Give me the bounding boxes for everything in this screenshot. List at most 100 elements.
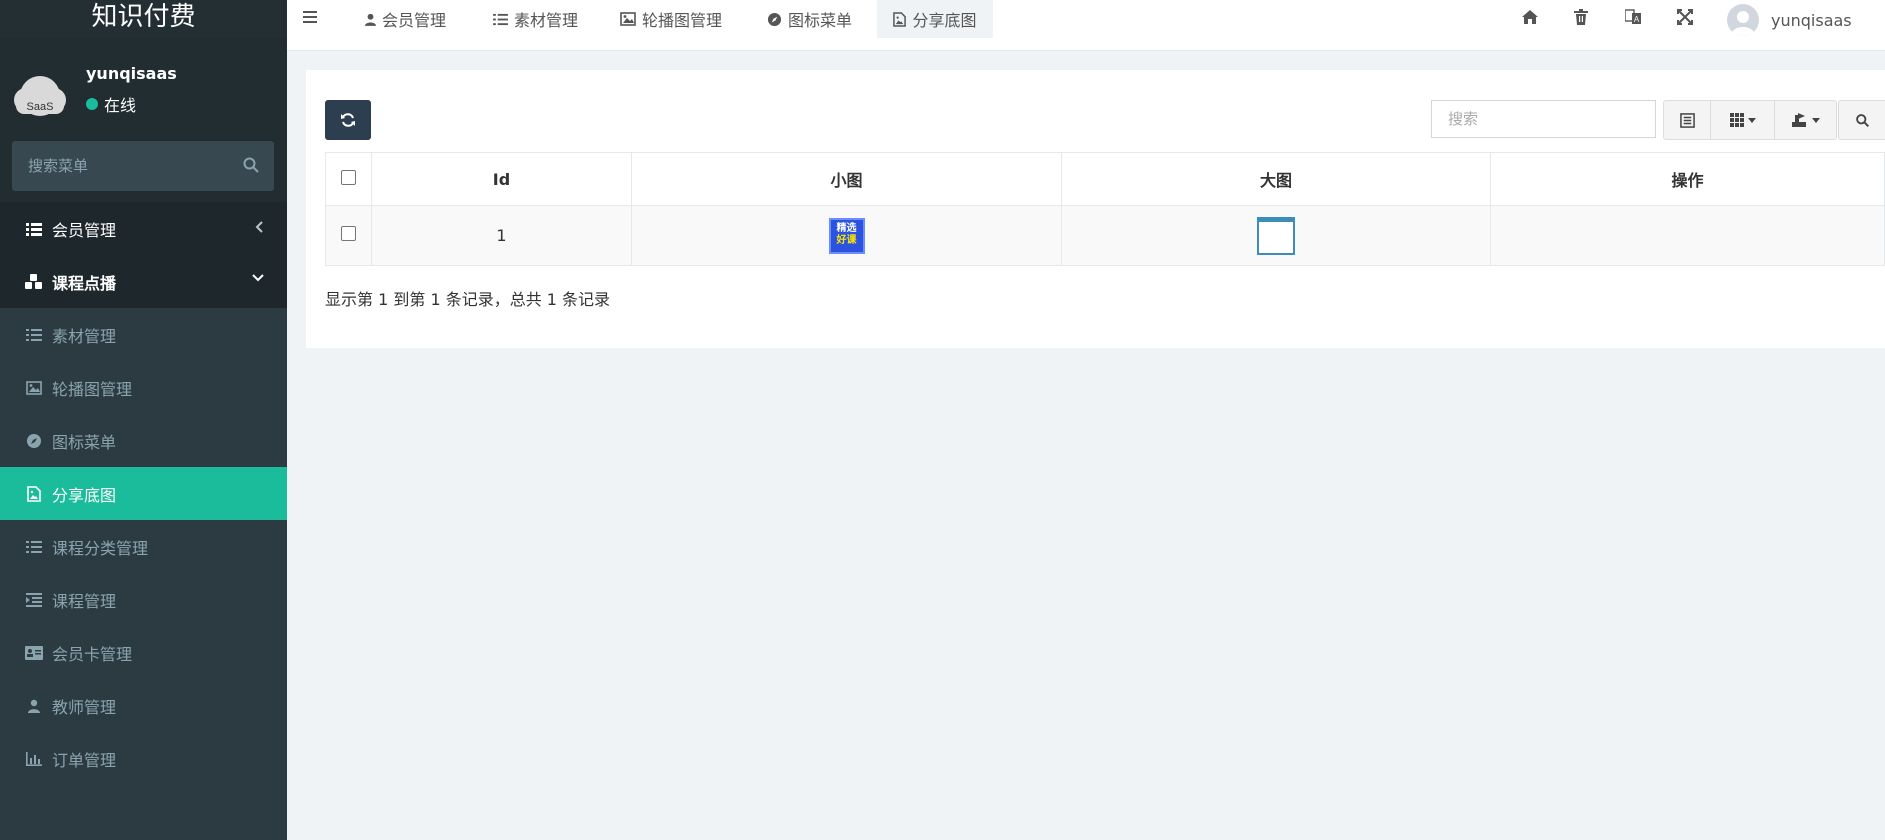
tab-label: 图标菜单 (788, 11, 853, 30)
export-icon (1791, 113, 1806, 127)
tab-icon-menu[interactable]: 图标菜单 (767, 0, 852, 38)
thumbnail-text-line-1: 精选 (836, 222, 857, 234)
user-avatar (1727, 4, 1759, 36)
file-image-icon (24, 484, 44, 504)
sidebar-item-label: 课程点播 (52, 273, 117, 293)
file-image-icon (893, 11, 907, 27)
column-header-operations: 操作 (1490, 152, 1885, 206)
chevron-down-icon (252, 274, 264, 282)
hamburger-menu-icon[interactable] (303, 11, 319, 25)
list-icon (24, 219, 44, 239)
compass-icon (767, 12, 782, 27)
indent-icon (24, 590, 44, 610)
sidebar-item-course-category[interactable]: 课程分类管理 (0, 520, 287, 573)
user-status-label: 在线 (104, 96, 137, 115)
sidebar-footer (0, 785, 287, 840)
export-dropdown-button[interactable] (1774, 100, 1837, 140)
cell-operations (1490, 205, 1885, 266)
sidebar-item-member-management[interactable]: 会员管理 (0, 202, 287, 255)
pagination-info: 显示第 1 到第 1 条记录，总共 1 条记录 (325, 290, 611, 309)
columns-dropdown-button[interactable] (1710, 100, 1775, 140)
refresh-icon (341, 113, 355, 127)
toggle-view-button[interactable] (1663, 100, 1711, 140)
column-header-large-image[interactable]: 大图 (1061, 152, 1491, 206)
cell-small-image: 精选 好课 (631, 205, 1062, 266)
translate-icon[interactable]: A (1625, 9, 1641, 25)
sidebar-item-icon-menu[interactable]: 图标菜单 (0, 414, 287, 467)
id-card-icon (24, 643, 44, 663)
tab-label: 素材管理 (514, 11, 579, 30)
tab-material-management[interactable]: 素材管理 (493, 0, 578, 38)
sidebar-item-teacher-management[interactable]: 教师管理 (0, 679, 287, 732)
small-image-thumbnail[interactable]: 精选 好课 (828, 217, 865, 254)
search-icon[interactable] (242, 156, 260, 174)
cell-large-image (1061, 205, 1491, 266)
sidebar-item-material-management[interactable]: 素材管理 (0, 308, 287, 361)
avatar: SaaS (14, 76, 66, 116)
bar-chart-icon (24, 749, 44, 769)
refresh-button[interactable] (325, 100, 371, 140)
tab-label: 轮播图管理 (642, 11, 723, 30)
sidebar-item-share-background[interactable]: 分享底图 (0, 467, 287, 520)
trash-icon[interactable] (1574, 9, 1588, 25)
caret-down-icon (1811, 117, 1820, 123)
chevron-left-icon (255, 221, 263, 233)
search-icon (1855, 113, 1869, 127)
table-header-row: Id 小图 大图 操作 (325, 152, 1885, 206)
user-menu[interactable]: yunqisaas (1727, 4, 1852, 36)
sidebar-item-label: 会员管理 (52, 220, 117, 240)
sidebar-item-label: 素材管理 (52, 326, 117, 346)
column-header-small-image[interactable]: 小图 (631, 152, 1062, 206)
sidebar-search-input[interactable] (12, 141, 248, 191)
sidebar-user-name: yunqisaas (86, 64, 177, 83)
image-icon (24, 378, 44, 398)
list-icon (24, 537, 44, 557)
cell-id: 1 (371, 205, 632, 266)
tab-label: 会员管理 (382, 11, 447, 30)
home-icon[interactable] (1521, 9, 1539, 25)
sidebar-menu: 会员管理 课程点播 素材管理 轮播图管理 图标菜单 分享底图 课程分类管理 课程… (0, 202, 287, 785)
table-search-input[interactable] (1431, 100, 1656, 138)
sidebar-item-label: 订单管理 (52, 750, 117, 770)
brand-logo[interactable]: 知识付费 (0, 0, 287, 38)
thumbnail-text-line-2: 好课 (836, 234, 857, 246)
image-icon (620, 12, 636, 26)
list-icon (24, 325, 44, 345)
svg-text:A: A (1634, 15, 1640, 24)
avatar-text: SaaS (27, 101, 54, 113)
sidebar-item-course-management[interactable]: 课程管理 (0, 573, 287, 626)
compass-icon (24, 431, 44, 451)
list-alt-icon (1679, 112, 1695, 128)
sidebar-item-label: 轮播图管理 (52, 379, 133, 399)
sidebar-item-label: 分享底图 (52, 485, 117, 505)
fullscreen-icon[interactable] (1677, 9, 1693, 25)
column-header-id[interactable]: Id (371, 152, 632, 206)
user-icon (24, 696, 44, 716)
topnav-user-name: yunqisaas (1771, 10, 1852, 30)
sidebar-item-label: 图标菜单 (52, 432, 117, 452)
user-icon (365, 13, 376, 26)
table-row: 1 精选 好课 (325, 205, 1885, 266)
user-status: 在线 (86, 92, 136, 116)
sidebar-item-label: 课程管理 (52, 591, 117, 611)
select-all-checkbox[interactable] (341, 169, 356, 185)
list-icon (493, 13, 508, 26)
sidebar-item-course-vod[interactable]: 课程点播 (0, 255, 287, 308)
cubes-icon (24, 272, 44, 292)
online-dot-icon (86, 98, 98, 110)
sidebar-item-order-management[interactable]: 订单管理 (0, 732, 287, 785)
advanced-search-button[interactable] (1838, 100, 1885, 140)
large-image-thumbnail[interactable] (1257, 216, 1295, 255)
tab-banner-management[interactable]: 轮播图管理 (620, 0, 722, 38)
user-panel: SaaS (0, 38, 287, 138)
sidebar-item-member-card[interactable]: 会员卡管理 (0, 626, 287, 679)
sidebar-search (12, 141, 274, 191)
tab-member-management[interactable]: 会员管理 (365, 0, 446, 38)
data-table: Id 小图 大图 操作 1 精选 好课 (325, 152, 1885, 266)
tab-share-background[interactable]: 分享底图 (877, 0, 993, 38)
row-checkbox[interactable] (341, 226, 356, 241)
row-select-cell (325, 205, 372, 266)
content-panel: Id 小图 大图 操作 1 精选 好课 (306, 70, 1885, 348)
sidebar-item-banner-management[interactable]: 轮播图管理 (0, 361, 287, 414)
caret-down-icon (1747, 117, 1756, 123)
